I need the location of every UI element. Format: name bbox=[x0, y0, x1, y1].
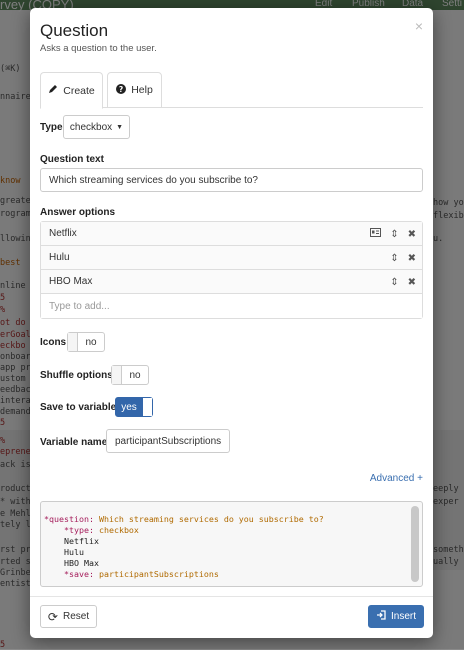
code-lines: *question: Which streaming services do y… bbox=[44, 514, 324, 581]
answer-options-label: Answer options bbox=[40, 207, 116, 218]
code-type-value: checkbox bbox=[93, 525, 139, 536]
icons-toggle-value: no bbox=[85, 336, 97, 348]
question-circle-icon: ? bbox=[116, 83, 127, 97]
footer-divider bbox=[30, 596, 433, 597]
variable-name-label: Variable name bbox=[40, 437, 108, 448]
answer-option-label: HBO Max bbox=[49, 276, 93, 287]
save-to-variable-toggle[interactable]: yes bbox=[115, 397, 153, 417]
shuffle-options-toggle[interactable]: no bbox=[111, 365, 149, 385]
dialog-title: Question bbox=[40, 21, 109, 40]
svg-text:?: ? bbox=[119, 85, 123, 94]
tab-create[interactable]: Create bbox=[40, 72, 103, 109]
dialog-tabs: Create ? Help bbox=[40, 72, 423, 109]
remove-icon[interactable]: ✖ bbox=[408, 253, 416, 264]
pencil-icon bbox=[48, 84, 58, 97]
answer-option-row[interactable]: Hulu ⇕ ✖ bbox=[41, 246, 422, 270]
insert-button[interactable]: Insert bbox=[368, 605, 424, 628]
sort-icon[interactable]: ⇕ bbox=[390, 253, 398, 264]
save-to-variable-toggle-value: yes bbox=[121, 401, 137, 413]
tab-help-label: Help bbox=[131, 84, 153, 96]
code-option: Netflix bbox=[63, 536, 99, 547]
toggle-knob bbox=[68, 333, 78, 351]
tab-help[interactable]: ? Help bbox=[107, 72, 162, 108]
sort-icon[interactable]: ⇕ bbox=[390, 277, 398, 288]
code-option: HBO Max bbox=[63, 558, 99, 569]
code-question-key: *question: bbox=[44, 514, 94, 524]
toggle-knob bbox=[112, 366, 122, 384]
type-dropdown-value: checkbox bbox=[69, 121, 113, 133]
variable-name-value: participantSubscriptions bbox=[115, 435, 222, 447]
tab-create-label: Create bbox=[63, 84, 95, 97]
answer-options-list: Netflix ⇕ ✖ Hulu ⇕ ✖ HBO Max ⇕ ✖ Type to… bbox=[40, 221, 423, 319]
shuffle-options-label: Shuffle options bbox=[40, 370, 113, 381]
question-text-value: Which streaming services do you subscrib… bbox=[49, 174, 258, 186]
sort-icon[interactable]: ⇕ bbox=[390, 229, 398, 240]
type-label: Type bbox=[40, 122, 63, 133]
answer-option-row[interactable]: Netflix ⇕ ✖ bbox=[41, 222, 422, 246]
question-dialog: Question Asks a question to the user. × … bbox=[30, 8, 433, 638]
insert-button-label: Insert bbox=[390, 611, 416, 622]
close-icon[interactable]: × bbox=[415, 18, 423, 34]
reset-button-label: Reset bbox=[62, 611, 90, 622]
add-option-placeholder: Type to add... bbox=[49, 300, 110, 312]
type-dropdown[interactable]: checkbox ▼ bbox=[63, 115, 130, 139]
answer-option-row[interactable]: HBO Max ⇕ ✖ bbox=[41, 270, 422, 294]
add-option-input[interactable]: Type to add... bbox=[41, 294, 422, 318]
dialog-subtitle: Asks a question to the user. bbox=[40, 43, 157, 54]
refresh-icon: ⟳ bbox=[47, 609, 58, 624]
code-save-value: participantSubscriptions bbox=[93, 569, 219, 580]
caret-down-icon: ▼ bbox=[116, 123, 124, 131]
answer-option-label: Netflix bbox=[49, 228, 77, 239]
advanced-link[interactable]: Advanced + bbox=[370, 473, 423, 484]
code-question-value: Which streaming services do you subscrib… bbox=[93, 514, 324, 524]
shuffle-options-toggle-value: no bbox=[129, 369, 141, 381]
question-text-label: Question text bbox=[40, 154, 104, 165]
question-text-input[interactable]: Which streaming services do you subscrib… bbox=[40, 168, 423, 192]
code-scrollbar[interactable] bbox=[411, 506, 419, 582]
remove-icon[interactable]: ✖ bbox=[408, 229, 416, 240]
icons-toggle[interactable]: no bbox=[67, 332, 105, 352]
code-save-key: *save: bbox=[63, 569, 94, 580]
toggle-knob bbox=[142, 398, 152, 416]
code-type-key: *type: bbox=[63, 525, 94, 536]
code-option: Hulu bbox=[63, 547, 84, 558]
variable-name-input[interactable]: participantSubscriptions bbox=[106, 429, 230, 453]
icons-label: Icons bbox=[40, 337, 67, 348]
answer-option-label: Hulu bbox=[49, 252, 70, 263]
remove-icon[interactable]: ✖ bbox=[408, 277, 416, 288]
id-card-icon[interactable] bbox=[370, 228, 382, 240]
reset-button[interactable]: ⟳ Reset bbox=[40, 605, 97, 628]
save-to-variable-label: Save to variable bbox=[40, 402, 117, 413]
sign-in-icon bbox=[376, 610, 386, 623]
code-preview[interactable]: *question: Which streaming services do y… bbox=[40, 501, 423, 587]
